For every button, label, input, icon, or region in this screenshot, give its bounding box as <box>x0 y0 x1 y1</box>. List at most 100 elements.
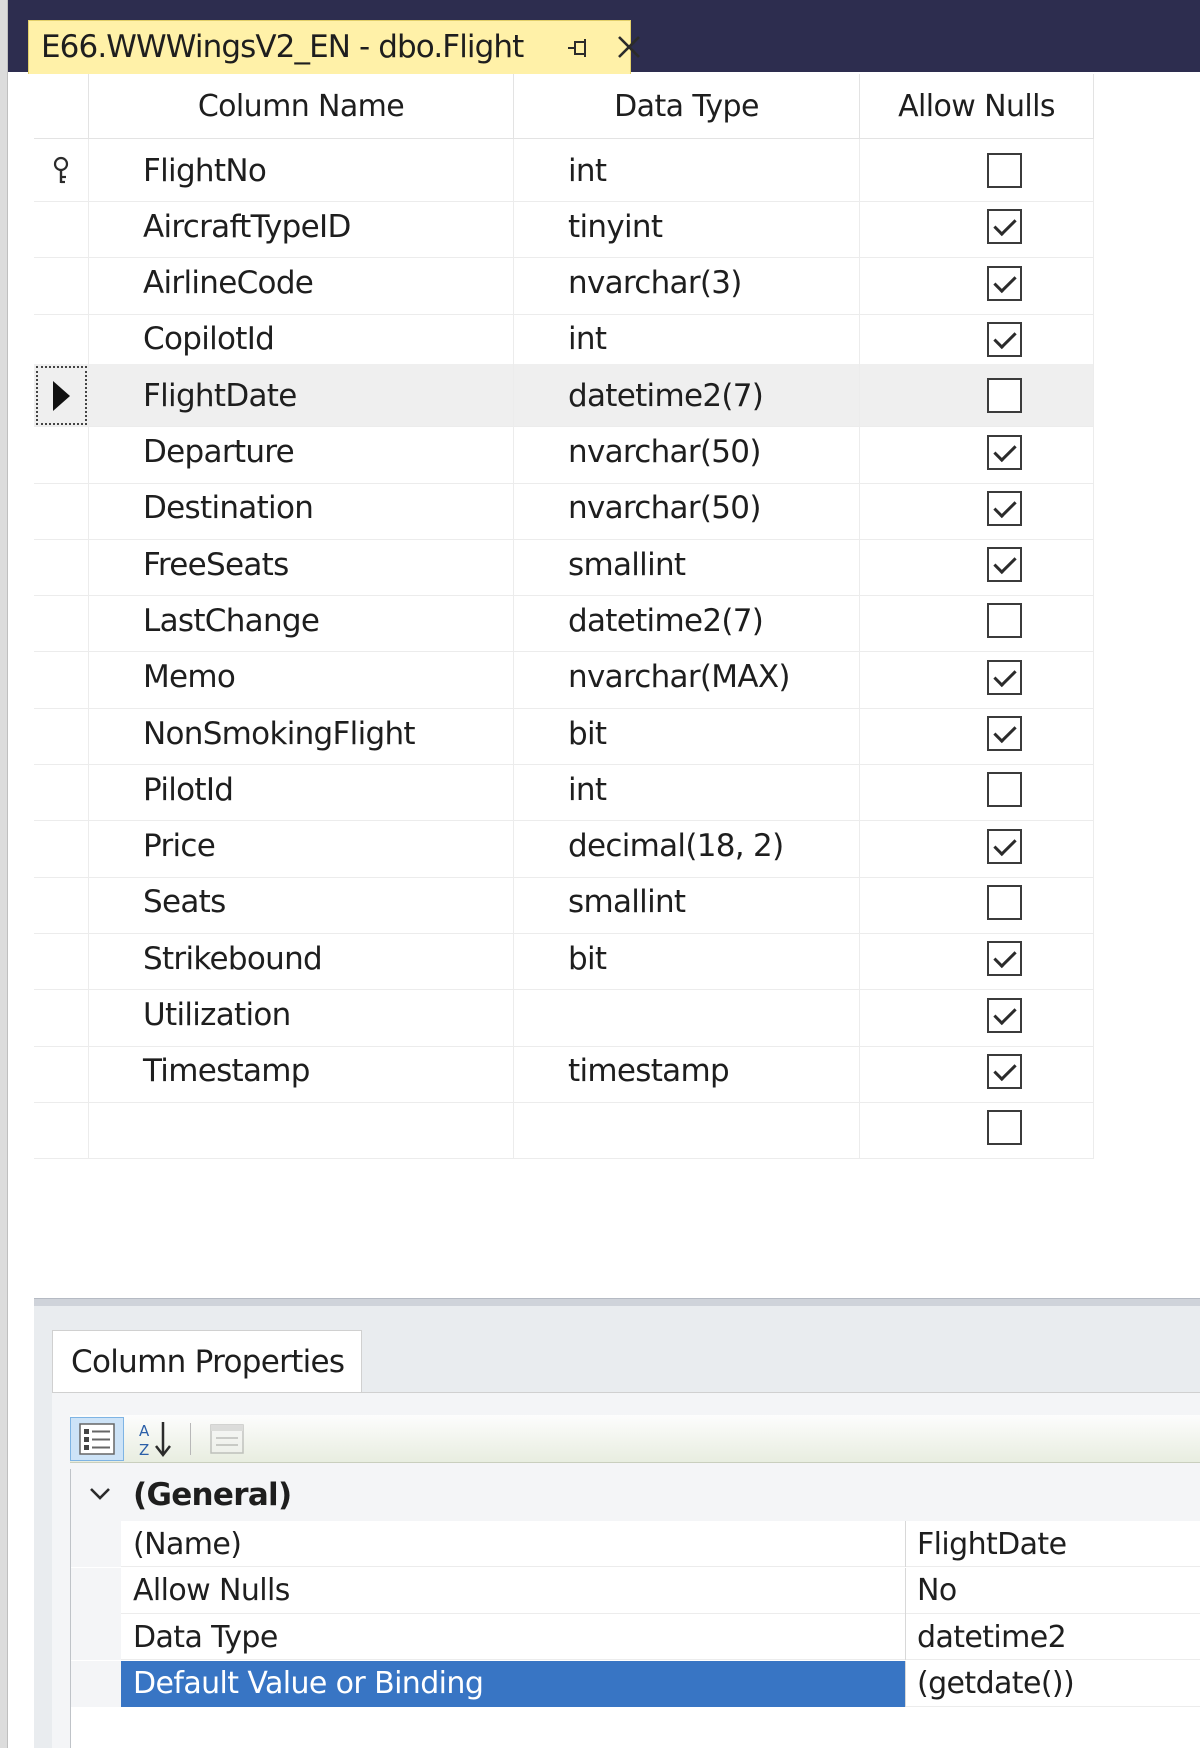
row-selector[interactable] <box>34 758 89 822</box>
table-row[interactable]: Destination nvarchar(50) <box>34 476 1094 540</box>
row-selector[interactable] <box>34 195 89 259</box>
row-selector[interactable] <box>34 870 89 934</box>
allow-nulls-checkbox[interactable] <box>987 209 1022 245</box>
column-name-cell[interactable]: NonSmokingFlight <box>89 702 514 765</box>
allow-nulls-checkbox[interactable] <box>987 490 1022 526</box>
categorized-icon[interactable] <box>70 1417 124 1461</box>
table-row[interactable]: Departure nvarchar(50) <box>34 420 1094 484</box>
allow-nulls-header[interactable]: Allow Nulls <box>860 74 1094 139</box>
allow-nulls-checkbox[interactable] <box>987 1110 1022 1146</box>
row-selector[interactable] <box>34 420 89 484</box>
row-selector[interactable] <box>34 139 89 202</box>
data-type-cell[interactable]: datetime2(7) <box>514 364 860 428</box>
data-type-cell[interactable]: int <box>514 139 860 202</box>
column-name-cell[interactable]: AirlineCode <box>89 251 514 315</box>
row-selector[interactable] <box>34 251 89 315</box>
row-selector[interactable] <box>34 1039 89 1103</box>
property-name[interactable]: Data Type <box>121 1614 906 1660</box>
data-type-cell[interactable]: timestamp <box>514 1039 860 1103</box>
allow-nulls-checkbox[interactable] <box>987 772 1022 808</box>
row-selector[interactable] <box>34 645 89 709</box>
data-type-cell[interactable]: decimal(18, 2) <box>514 814 860 878</box>
column-name-header[interactable]: Column Name <box>89 74 514 139</box>
data-type-cell[interactable]: nvarchar(MAX) <box>514 645 860 709</box>
property-name[interactable]: Default Value or Binding <box>121 1660 906 1707</box>
allow-nulls-checkbox[interactable] <box>987 884 1022 920</box>
table-row[interactable]: FlightDate datetime2(7) <box>34 364 1094 428</box>
column-name-cell[interactable]: Departure <box>89 420 514 484</box>
pin-icon[interactable] <box>566 35 592 61</box>
category-general[interactable]: (General) <box>71 1469 1200 1521</box>
property-row[interactable]: Default Value or Binding (getdate()) <box>71 1660 1200 1707</box>
table-row[interactable]: LastChange datetime2(7) <box>34 589 1094 653</box>
row-selector-header[interactable] <box>34 74 89 139</box>
data-type-cell[interactable]: datetime2(7) <box>514 589 860 653</box>
allow-nulls-checkbox[interactable] <box>987 265 1022 301</box>
allow-nulls-checkbox[interactable] <box>987 659 1022 695</box>
tab-column-properties[interactable]: Column Properties <box>52 1330 362 1392</box>
column-name-cell[interactable]: FlightDate <box>89 364 514 428</box>
table-row[interactable]: Timestamp timestamp <box>34 1039 1094 1103</box>
data-type-cell[interactable]: nvarchar(3) <box>514 251 860 315</box>
table-row[interactable]: Memo nvarchar(MAX) <box>34 645 1094 709</box>
column-name-cell[interactable]: PilotId <box>89 758 514 822</box>
table-row[interactable]: FlightNo int <box>34 139 1094 202</box>
column-name-cell[interactable]: Destination <box>89 476 514 540</box>
allow-nulls-checkbox[interactable] <box>987 378 1022 414</box>
column-name-cell[interactable]: FlightNo <box>89 139 514 202</box>
property-row[interactable]: Data Type datetime2 <box>71 1614 1200 1660</box>
column-name-cell[interactable]: Price <box>89 814 514 878</box>
pane-splitter[interactable] <box>34 1298 1200 1306</box>
allow-nulls-checkbox[interactable] <box>987 716 1022 751</box>
property-value[interactable]: No <box>907 1568 1200 1614</box>
row-selector[interactable] <box>34 476 89 540</box>
data-type-cell[interactable]: bit <box>514 927 860 991</box>
row-selector[interactable] <box>34 589 89 653</box>
table-row[interactable]: CopilotId int <box>34 307 1094 371</box>
data-type-header[interactable]: Data Type <box>514 74 860 139</box>
row-selector[interactable] <box>34 533 89 597</box>
row-selector[interactable] <box>34 702 89 765</box>
allow-nulls-checkbox[interactable] <box>987 547 1022 583</box>
table-row[interactable]: AirlineCode nvarchar(3) <box>34 251 1094 315</box>
column-name-cell[interactable] <box>89 1096 514 1160</box>
allow-nulls-checkbox[interactable] <box>987 997 1022 1033</box>
column-name-cell[interactable]: Strikebound <box>89 927 514 991</box>
table-row[interactable]: Price decimal(18, 2) <box>34 814 1094 878</box>
row-selector[interactable] <box>34 983 89 1047</box>
table-row[interactable]: FreeSeats smallint <box>34 533 1094 597</box>
property-pages-icon[interactable] <box>200 1417 254 1461</box>
property-value[interactable]: (getdate()) <box>907 1661 1200 1707</box>
data-type-cell[interactable]: nvarchar(50) <box>514 476 860 540</box>
data-type-cell[interactable]: smallint <box>514 870 860 934</box>
chevron-down-icon[interactable] <box>87 1483 113 1505</box>
data-type-cell[interactable]: int <box>514 307 860 371</box>
sort-alphabetical-icon[interactable]: A Z <box>130 1417 184 1461</box>
data-type-cell[interactable]: smallint <box>514 533 860 597</box>
table-row[interactable]: Seats smallint <box>34 870 1094 934</box>
column-name-cell[interactable]: LastChange <box>89 589 514 653</box>
allow-nulls-checkbox[interactable] <box>987 153 1022 188</box>
allow-nulls-checkbox[interactable] <box>987 1053 1022 1089</box>
table-row[interactable]: Utilization <box>34 983 1094 1047</box>
data-type-cell[interactable]: nvarchar(50) <box>514 420 860 484</box>
data-type-cell[interactable] <box>514 983 860 1047</box>
data-type-cell[interactable]: int <box>514 758 860 822</box>
allow-nulls-checkbox[interactable] <box>987 828 1022 864</box>
property-value[interactable]: FlightDate <box>907 1521 1200 1567</box>
allow-nulls-checkbox[interactable] <box>987 434 1022 470</box>
column-name-cell[interactable]: FreeSeats <box>89 533 514 597</box>
property-row[interactable]: Allow Nulls No <box>71 1567 1200 1614</box>
data-type-cell[interactable] <box>514 1096 860 1160</box>
allow-nulls-checkbox[interactable] <box>987 941 1022 977</box>
close-icon[interactable] <box>615 33 643 61</box>
column-name-cell[interactable]: Timestamp <box>89 1039 514 1103</box>
property-name[interactable]: (Name) <box>121 1521 906 1567</box>
data-type-cell[interactable]: bit <box>514 702 860 765</box>
column-name-cell[interactable]: Memo <box>89 645 514 709</box>
column-name-cell[interactable]: AircraftTypeID <box>89 195 514 259</box>
table-row[interactable]: NonSmokingFlight bit <box>34 702 1094 765</box>
allow-nulls-checkbox[interactable] <box>987 321 1022 357</box>
property-value[interactable]: datetime2 <box>907 1614 1200 1660</box>
allow-nulls-checkbox[interactable] <box>987 603 1022 639</box>
